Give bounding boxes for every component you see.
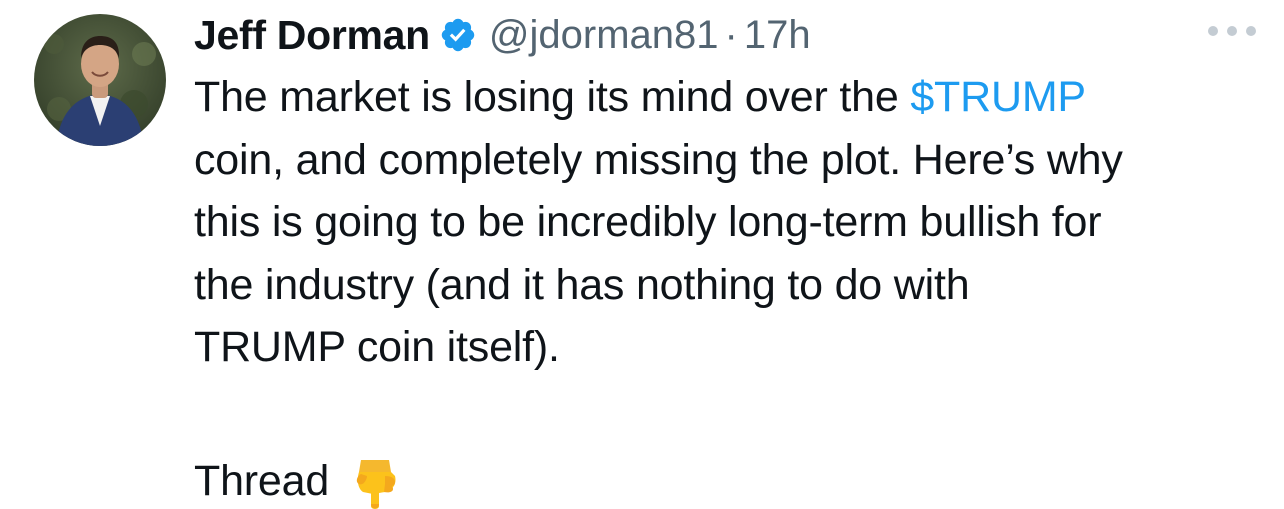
cashtag-link[interactable]: $TRUMP	[910, 73, 1086, 121]
more-dot	[1227, 26, 1237, 36]
separator-dot: ·	[724, 12, 738, 57]
avatar[interactable]	[34, 14, 166, 146]
tweet-line-1: The market is losing its mind over the $…	[194, 66, 1274, 129]
tweet-line-3: this is going to be incredibly long-term…	[194, 198, 1102, 246]
tweet-line-2: coin, and completely missing the plot. H…	[194, 135, 1123, 184]
tweet-timestamp[interactable]: 17h	[744, 13, 811, 58]
tweet-header: Jeff Dorman @jdorman81 · 17h	[194, 10, 811, 60]
thread-label: Thread	[194, 457, 330, 505]
thread-line: Thread	[194, 450, 1274, 509]
tweet: Jeff Dorman @jdorman81 · 17h The market …	[0, 0, 1284, 509]
tweet-text: The market is losing its mind over the $…	[194, 66, 1274, 509]
pointing-down-hand-icon	[355, 456, 401, 509]
more-dot	[1246, 26, 1256, 36]
tweet-line-4: the industry (and it has nothing to do w…	[194, 260, 970, 309]
more-dot	[1208, 26, 1218, 36]
tweet-line-1-text: The market is losing its mind over the	[194, 73, 911, 121]
author-handle[interactable]: @jdorman81	[489, 13, 719, 58]
more-options-icon[interactable]	[1208, 24, 1256, 38]
verified-badge-icon	[439, 16, 477, 54]
tweet-line-5: TRUMP coin itself).	[194, 323, 560, 371]
avatar-photo	[34, 14, 166, 146]
author-name[interactable]: Jeff Dorman	[194, 12, 430, 59]
